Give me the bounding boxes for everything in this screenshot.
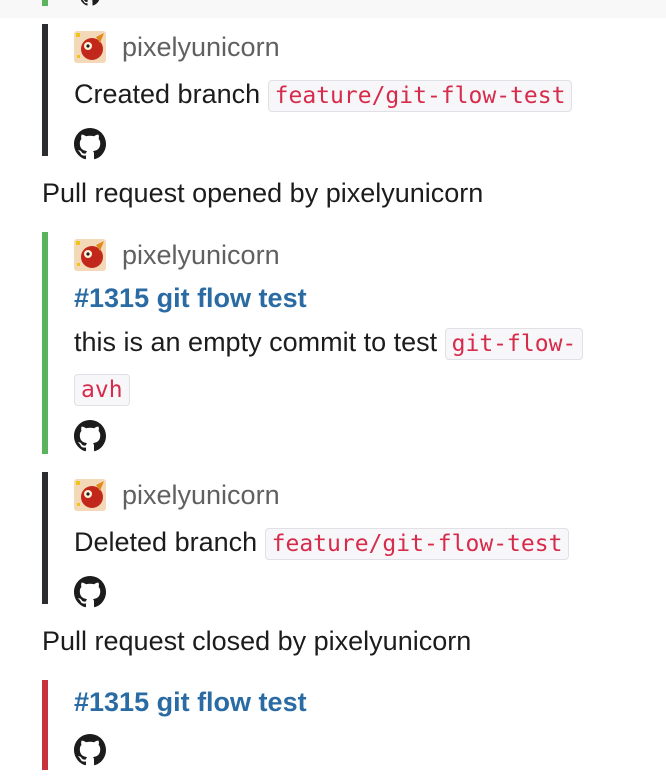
message-text: Created branch feature/git-flow-test (74, 72, 662, 118)
pr-title-link[interactable]: #1315 git flow test (74, 680, 662, 724)
avatar-icon[interactable] (74, 31, 106, 63)
event-opened: Pull request opened by pixelyunicorn (42, 178, 484, 208)
pr-body-text: this is an empty commit to test (74, 327, 438, 357)
action-text: Deleted branch (74, 527, 258, 557)
author-row: pixelyunicorn (74, 238, 662, 272)
github-icon (74, 128, 106, 160)
pr-title-link[interactable]: #1315 git flow test (74, 276, 662, 320)
github-icon (74, 576, 106, 608)
branch-code: feature/git-flow-test (267, 80, 573, 112)
avatar-icon[interactable] (74, 239, 106, 271)
tool-code: git-flow- (444, 328, 584, 360)
attachment-created-branch: pixelyunicorn Created branch feature/git… (42, 24, 662, 160)
author-name[interactable]: pixelyunicorn (122, 240, 280, 271)
tool-code-wrap: avh (74, 374, 130, 406)
github-icon (74, 734, 106, 766)
branch-code: feature/git-flow-test (264, 528, 570, 560)
author-row: pixelyunicorn (74, 30, 662, 64)
message-text: Deleted branch feature/git-flow-test (74, 520, 662, 566)
author-name[interactable]: pixelyunicorn (122, 480, 280, 511)
attachment-pr-closed: #1315 git flow test (42, 680, 662, 770)
previous-attachment-bar (42, 0, 48, 6)
github-icon (80, 0, 100, 6)
attachment-pr-opened: pixelyunicorn #1315 git flow test this i… (42, 232, 662, 454)
event-closed: Pull request closed by pixelyunicorn (42, 626, 472, 656)
pr-body: this is an empty commit to test git-flow… (74, 320, 662, 366)
attachment-deleted-branch: pixelyunicorn Deleted branch feature/git… (42, 472, 662, 608)
author-name[interactable]: pixelyunicorn (122, 32, 280, 63)
action-text: Created branch (74, 79, 261, 109)
avatar-icon[interactable] (74, 479, 106, 511)
previous-message-strip (0, 0, 666, 18)
pr-body-continued: avh (74, 366, 662, 412)
author-row: pixelyunicorn (74, 478, 662, 512)
github-icon (74, 420, 106, 452)
